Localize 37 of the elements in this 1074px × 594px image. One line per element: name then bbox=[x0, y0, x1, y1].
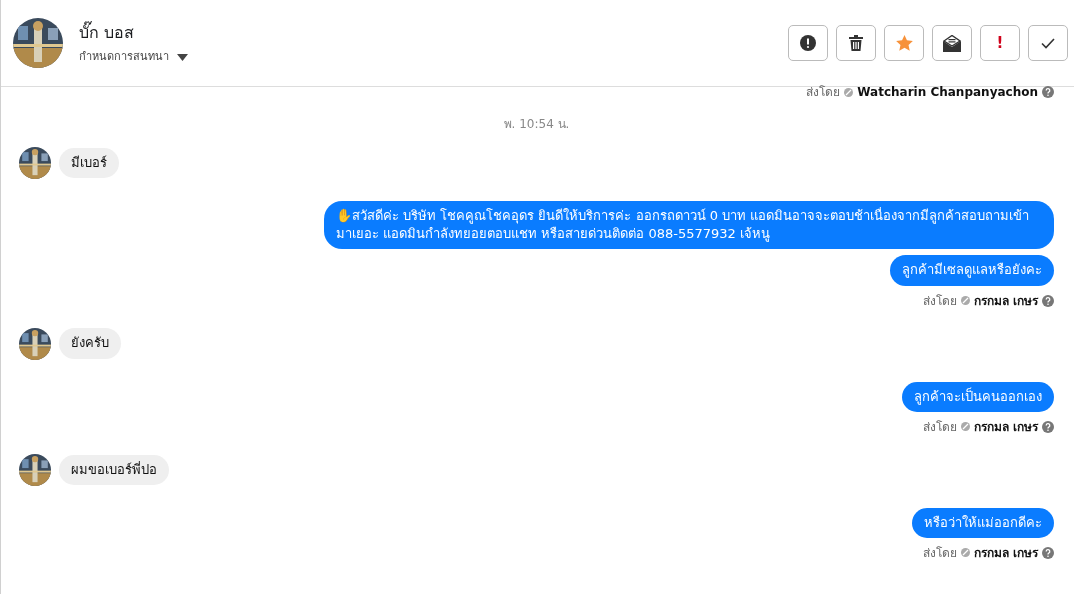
message-bubble: ลูกค้าจะเป็นคนออกเอง bbox=[902, 381, 1054, 412]
help-icon bbox=[1042, 546, 1054, 559]
sent-by-label: ส่งโดย bbox=[922, 544, 957, 562]
report-button[interactable] bbox=[788, 25, 828, 61]
timestamp: พ. 10:54 น. bbox=[503, 116, 570, 133]
status-icon bbox=[960, 422, 970, 432]
sender-name: Watcharin Chanpanyachon bbox=[857, 84, 1038, 101]
message-bubble: ลูกค้ามีเซลดูแลหรือยังคะ bbox=[890, 255, 1054, 286]
star-icon bbox=[895, 35, 913, 51]
star-button[interactable] bbox=[884, 25, 924, 61]
delete-button[interactable] bbox=[836, 25, 876, 61]
sent-by-label: ส่งโดย bbox=[806, 84, 841, 101]
trash-icon bbox=[849, 35, 863, 51]
sender-name: กรกมล เกษร bbox=[973, 292, 1038, 310]
contact-name: บั๊ก บอส bbox=[79, 20, 136, 44]
status-icon bbox=[844, 87, 854, 97]
help-icon bbox=[1042, 86, 1054, 98]
message-bubble: มีเบอร์ bbox=[59, 147, 119, 179]
message-bubble: ยังครับ bbox=[59, 328, 121, 359]
conversation-settings-dropdown[interactable]: กำหนดการสนทนา bbox=[79, 48, 188, 66]
help-icon bbox=[1042, 420, 1054, 433]
important-button[interactable]: ! bbox=[980, 25, 1020, 61]
envelope-icon bbox=[943, 34, 961, 52]
help-icon bbox=[1042, 294, 1054, 307]
check-icon bbox=[1041, 37, 1055, 49]
status-icon bbox=[960, 296, 970, 306]
status-icon bbox=[960, 548, 970, 558]
message-bubble: หรือว่าให้แม่ออกดีคะ bbox=[912, 507, 1054, 538]
message-bubble: ✋สวัสดีค่ะ บริษัท โชคคูณโชคอุดร ยินดีให้บริการค่ะ ออกรถดาวน์ 0 บาท แอดมินอาจจะตอบช้าเนื่องจากมีลูกค้าสอบถามเข้ามาเยอะ แอดมินกำลังทยอยตอบแชท หรือสายด่วนติดต่อ 088-5577932 เจ้หนู bbox=[324, 201, 1054, 250]
sender-name: กรกมล เกษร bbox=[973, 418, 1038, 436]
message-bubble: ผมขอเบอร์พี่ปอ bbox=[59, 454, 169, 485]
mark-unread-button[interactable] bbox=[932, 25, 972, 61]
sender-name: กรกมล เกษร bbox=[973, 544, 1038, 562]
sent-by-label: ส่งโดย bbox=[922, 418, 957, 436]
sent-by-label: ส่งโดย bbox=[922, 292, 957, 310]
alert-icon bbox=[800, 35, 816, 51]
caret-icon bbox=[177, 53, 188, 61]
